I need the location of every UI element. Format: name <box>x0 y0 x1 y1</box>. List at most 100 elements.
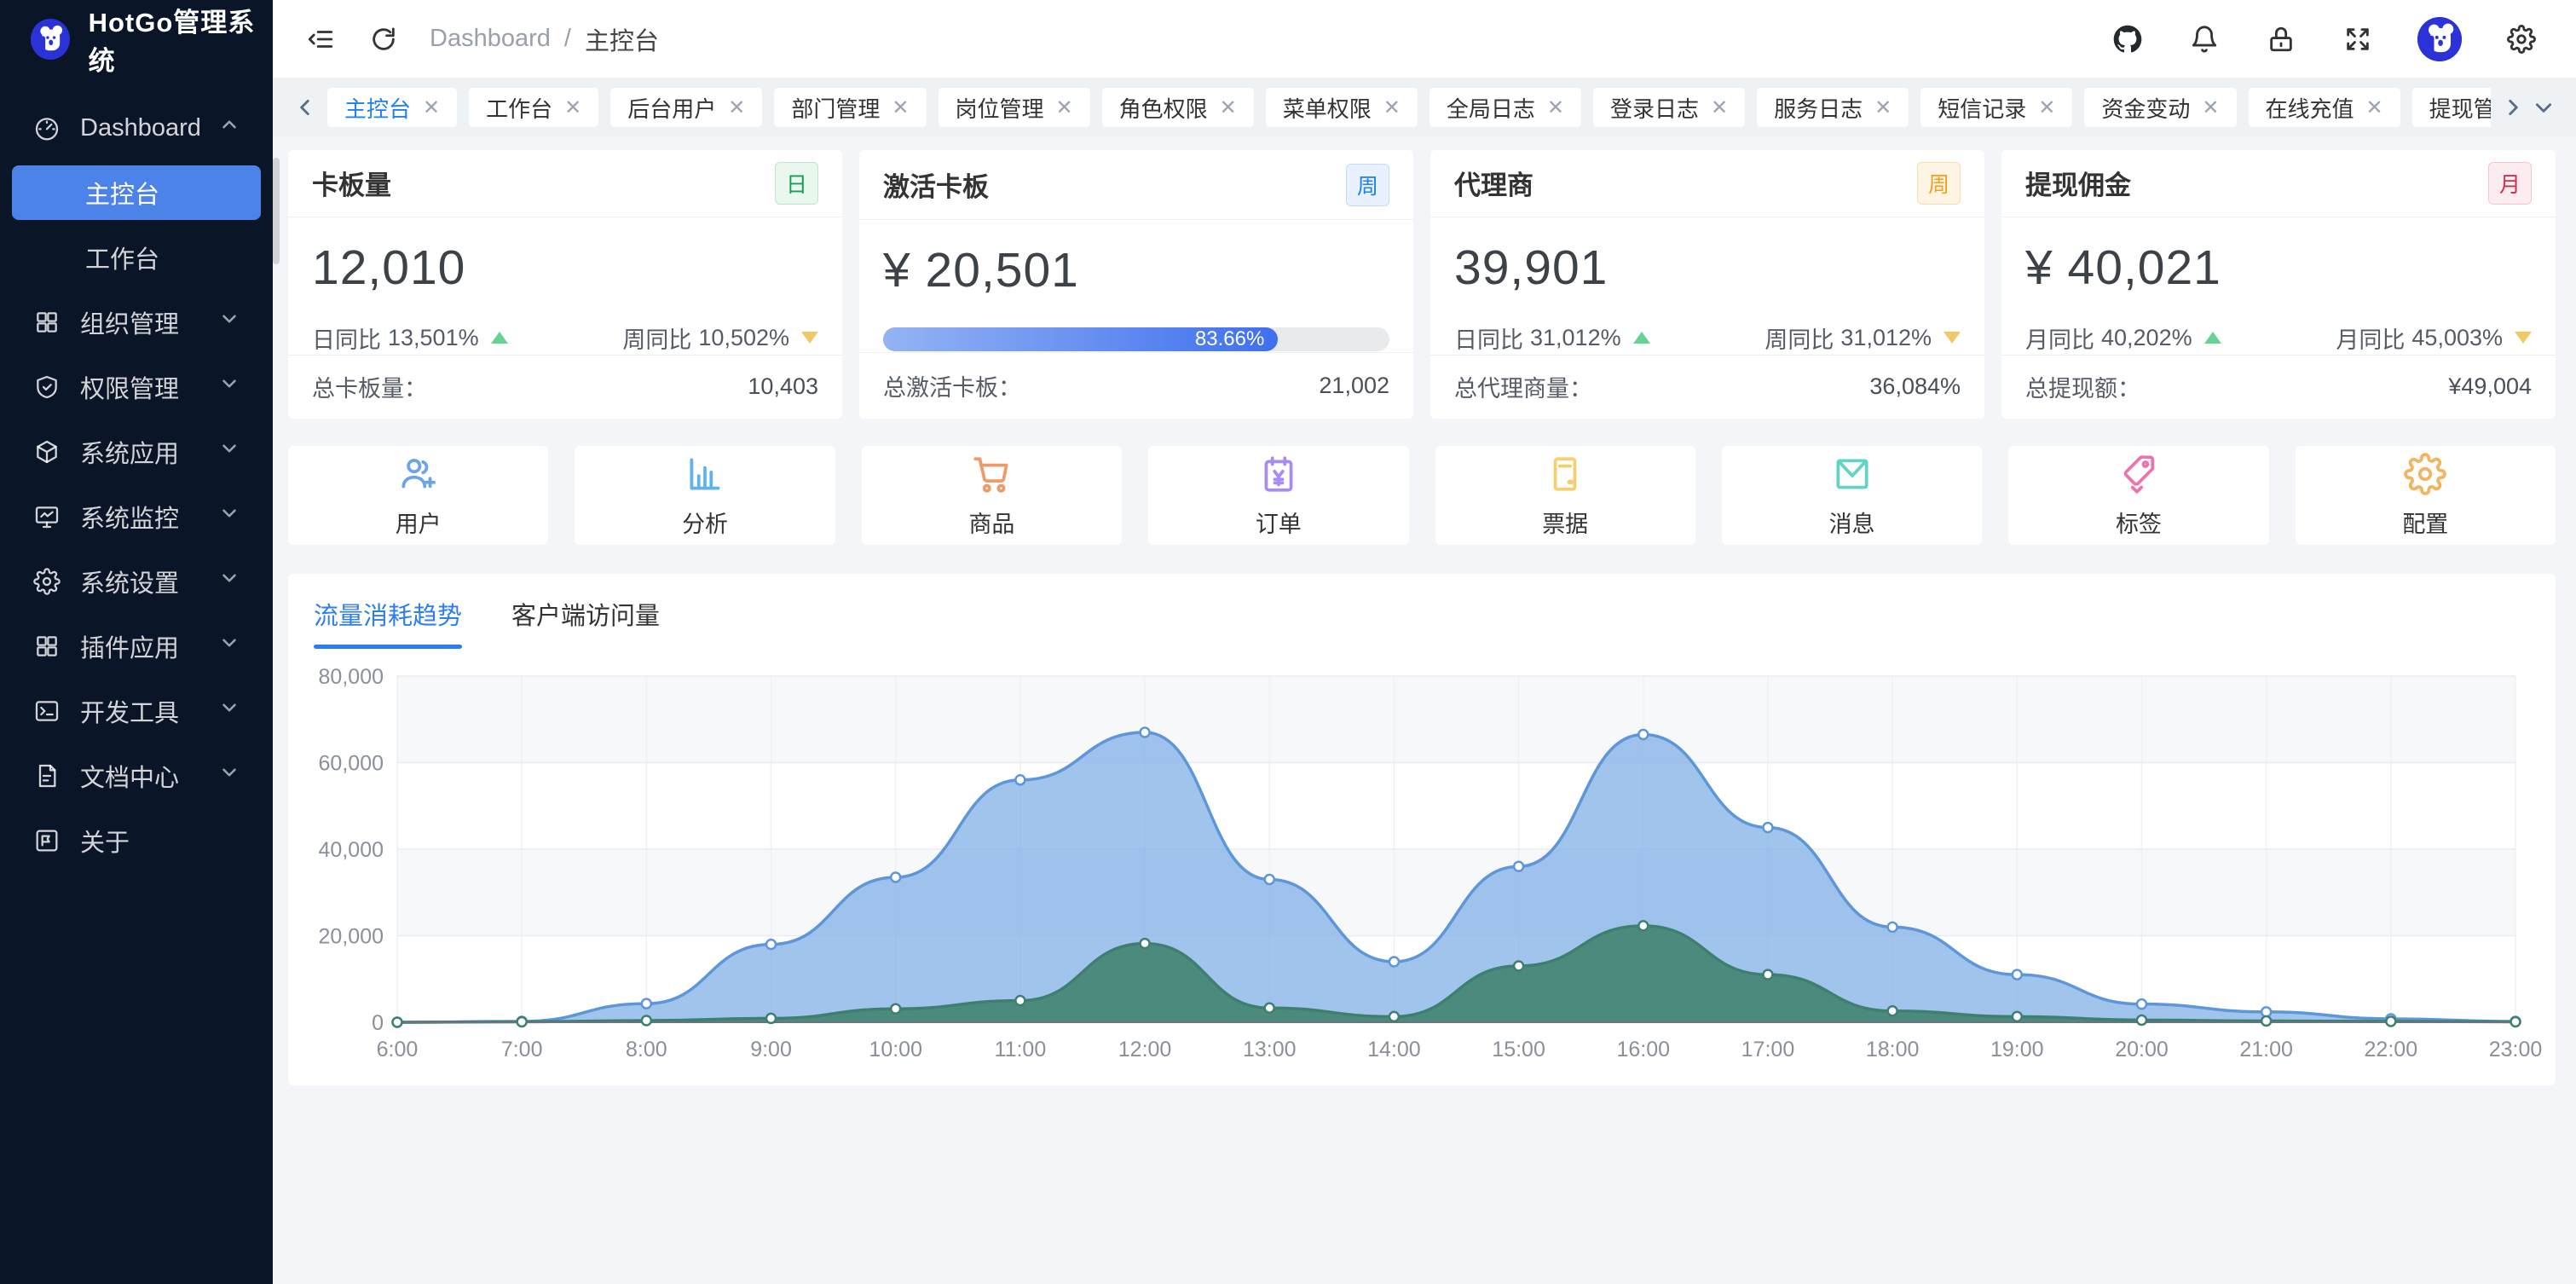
tabs-scroll-left-icon[interactable] <box>290 96 321 119</box>
svg-text:0: 0 <box>372 1011 384 1035</box>
vertical-scrollbar[interactable] <box>273 158 280 264</box>
app-logo[interactable]: HotGo管理系统 <box>0 0 273 78</box>
tab-traffic-trend[interactable]: 流量消耗趋势 <box>314 596 462 649</box>
footer-value: 21,002 <box>1319 373 1389 399</box>
user-avatar[interactable] <box>2417 17 2462 61</box>
app-users[interactable]: 用户 <box>288 446 548 545</box>
app-config[interactable]: 配置 <box>2296 446 2556 545</box>
tab-menu-permissions[interactable]: 菜单权限✕ <box>1266 88 1418 127</box>
close-icon[interactable]: ✕ <box>1711 95 1728 120</box>
tab-positions[interactable]: 岗位管理✕ <box>939 88 1090 127</box>
bar-chart-icon <box>684 453 726 495</box>
app-products[interactable]: 商品 <box>862 446 1122 545</box>
tab-admin-users[interactable]: 后台用户✕ <box>610 88 762 127</box>
flag-icon <box>32 826 61 855</box>
github-icon[interactable] <box>2111 22 2145 56</box>
close-icon[interactable]: ✕ <box>1874 95 1892 120</box>
footer-value: 36,084% <box>1869 373 1961 400</box>
tab-sms-records[interactable]: 短信记录✕ <box>1920 88 2072 127</box>
close-icon[interactable]: ✕ <box>892 95 909 120</box>
app-invoices[interactable]: 票据 <box>1435 446 1695 545</box>
sidebar-item-system-settings[interactable]: 系统设置 <box>12 554 261 609</box>
footer-label: 总激活卡板： <box>883 369 1021 402</box>
sidebar-item-dev-tools[interactable]: 开发工具 <box>12 684 261 738</box>
sidebar-item-plugins[interactable]: 插件应用 <box>12 619 261 674</box>
trend-up-icon <box>2204 332 2221 344</box>
close-icon[interactable]: ✕ <box>1547 95 1564 120</box>
tab-login-logs[interactable]: 登录日志✕ <box>1593 88 1745 127</box>
tab-console[interactable]: 主控台✕ <box>327 88 457 127</box>
traffic-area-chart: 020,00040,00060,00080,0006:007:008:009:0… <box>288 649 2556 1079</box>
tab-service-logs[interactable]: 服务日志✕ <box>1757 88 1909 127</box>
app-analytics[interactable]: 分析 <box>575 446 835 545</box>
mail-icon <box>1831 453 1874 495</box>
tab-workbench[interactable]: 工作台✕ <box>469 88 598 127</box>
close-icon[interactable]: ✕ <box>1220 95 1237 120</box>
app-messages[interactable]: 消息 <box>1722 446 1982 545</box>
chevron-down-icon <box>218 308 240 337</box>
sidebar-item-dashboard[interactable]: Dashboard <box>12 101 261 155</box>
quick-apps-row: 用户 分析 商品 订单 票据 <box>288 446 2556 545</box>
content-area: 卡板量 日 12,010 日同比13,501% 周同比10,502% 总卡板量：… <box>273 136 2576 1284</box>
svg-text:9:00: 9:00 <box>750 1038 792 1061</box>
close-icon[interactable]: ✕ <box>2038 95 2055 120</box>
breadcrumb-root[interactable]: Dashboard <box>430 25 551 53</box>
svg-text:17:00: 17:00 <box>1741 1038 1795 1061</box>
sidebar-item-console[interactable]: 主控台 <box>12 165 261 220</box>
app-orders[interactable]: 订单 <box>1148 446 1408 545</box>
chevron-down-icon <box>218 373 240 402</box>
sidebar-item-docs[interactable]: 文档中心 <box>12 749 261 803</box>
sidebar-item-system-monitor[interactable]: 系统监控 <box>12 489 261 544</box>
sidebar-item-permissions[interactable]: 权限管理 <box>12 360 261 414</box>
menu-collapse-icon[interactable] <box>303 22 338 56</box>
tab-online-recharge[interactable]: 在线充值✕ <box>2249 88 2400 127</box>
tabs-dropdown-icon[interactable] <box>2528 96 2559 119</box>
tabs-scroll-right-icon[interactable] <box>2498 96 2528 119</box>
card-title: 代理商 <box>1454 164 1533 202</box>
card-title: 激活卡板 <box>883 165 989 204</box>
close-icon[interactable]: ✕ <box>1383 95 1401 120</box>
close-icon[interactable]: ✕ <box>423 95 440 120</box>
tabs-scroller: 主控台✕ 工作台✕ 后台用户✕ 部门管理✕ 岗位管理✕ 角色权限✕ 菜单权限✕ … <box>327 88 2491 127</box>
notifications-bell-icon[interactable] <box>2187 22 2221 56</box>
close-icon[interactable]: ✕ <box>2366 95 2383 120</box>
tab-roles[interactable]: 角色权限✕ <box>1102 88 1254 127</box>
svg-text:23:00: 23:00 <box>2489 1038 2543 1061</box>
progress-label: 83.66% <box>1195 327 1264 351</box>
traffic-chart-card: 流量消耗趋势 客户端访问量 020,00040,00060,00080,0006… <box>288 574 2556 1085</box>
close-icon[interactable]: ✕ <box>1056 95 1073 120</box>
breadcrumb-current[interactable]: 主控台 <box>585 21 659 57</box>
close-icon[interactable]: ✕ <box>728 95 745 120</box>
sidebar-item-about[interactable]: 关于 <box>12 813 261 868</box>
sidebar-item-workbench[interactable]: 工作台 <box>12 230 261 285</box>
tab-global-logs[interactable]: 全局日志✕ <box>1430 88 1581 127</box>
tab-fund-changes[interactable]: 资金变动✕ <box>2084 88 2236 127</box>
stat-card-activated-pallets: 激活卡板 周 ¥ 20,501 83.66% 总激活卡板： 21,002 <box>859 150 1413 419</box>
close-icon[interactable]: ✕ <box>2202 95 2219 120</box>
close-icon[interactable]: ✕ <box>564 95 581 120</box>
stat-value: 12,010 <box>312 240 818 296</box>
lock-icon[interactable] <box>2264 22 2298 56</box>
trend-left: 月同比40,202% <box>2025 321 2221 355</box>
chevron-down-icon <box>218 697 240 726</box>
app-tags[interactable]: 标签 <box>2008 446 2268 545</box>
svg-text:60,000: 60,000 <box>319 752 384 776</box>
breadcrumb-separator: / <box>564 25 571 53</box>
refresh-icon[interactable] <box>367 22 401 56</box>
svg-text:19:00: 19:00 <box>1990 1038 2044 1061</box>
sidebar-item-system-apps[interactable]: 系统应用 <box>12 425 261 479</box>
footer-label: 总卡板量： <box>312 370 427 403</box>
trend-down-icon <box>2515 332 2532 344</box>
fullscreen-icon[interactable] <box>2341 22 2375 56</box>
sidebar-item-organization[interactable]: 组织管理 <box>12 295 261 350</box>
period-badge: 周 <box>1917 162 1961 205</box>
stat-cards-row: 卡板量 日 12,010 日同比13,501% 周同比10,502% 总卡板量：… <box>288 150 2556 419</box>
footer-value: 10,403 <box>748 373 818 400</box>
settings-gear-icon[interactable] <box>2504 22 2538 56</box>
svg-text:18:00: 18:00 <box>1866 1038 1920 1061</box>
tab-departments[interactable]: 部门管理✕ <box>774 88 926 127</box>
svg-text:10:00: 10:00 <box>869 1038 922 1061</box>
tab-client-visits[interactable]: 客户端访问量 <box>511 596 660 649</box>
tab-withdrawals[interactable]: 提现管理✕ <box>2412 88 2491 127</box>
stat-value: ¥ 20,501 <box>883 242 1389 298</box>
